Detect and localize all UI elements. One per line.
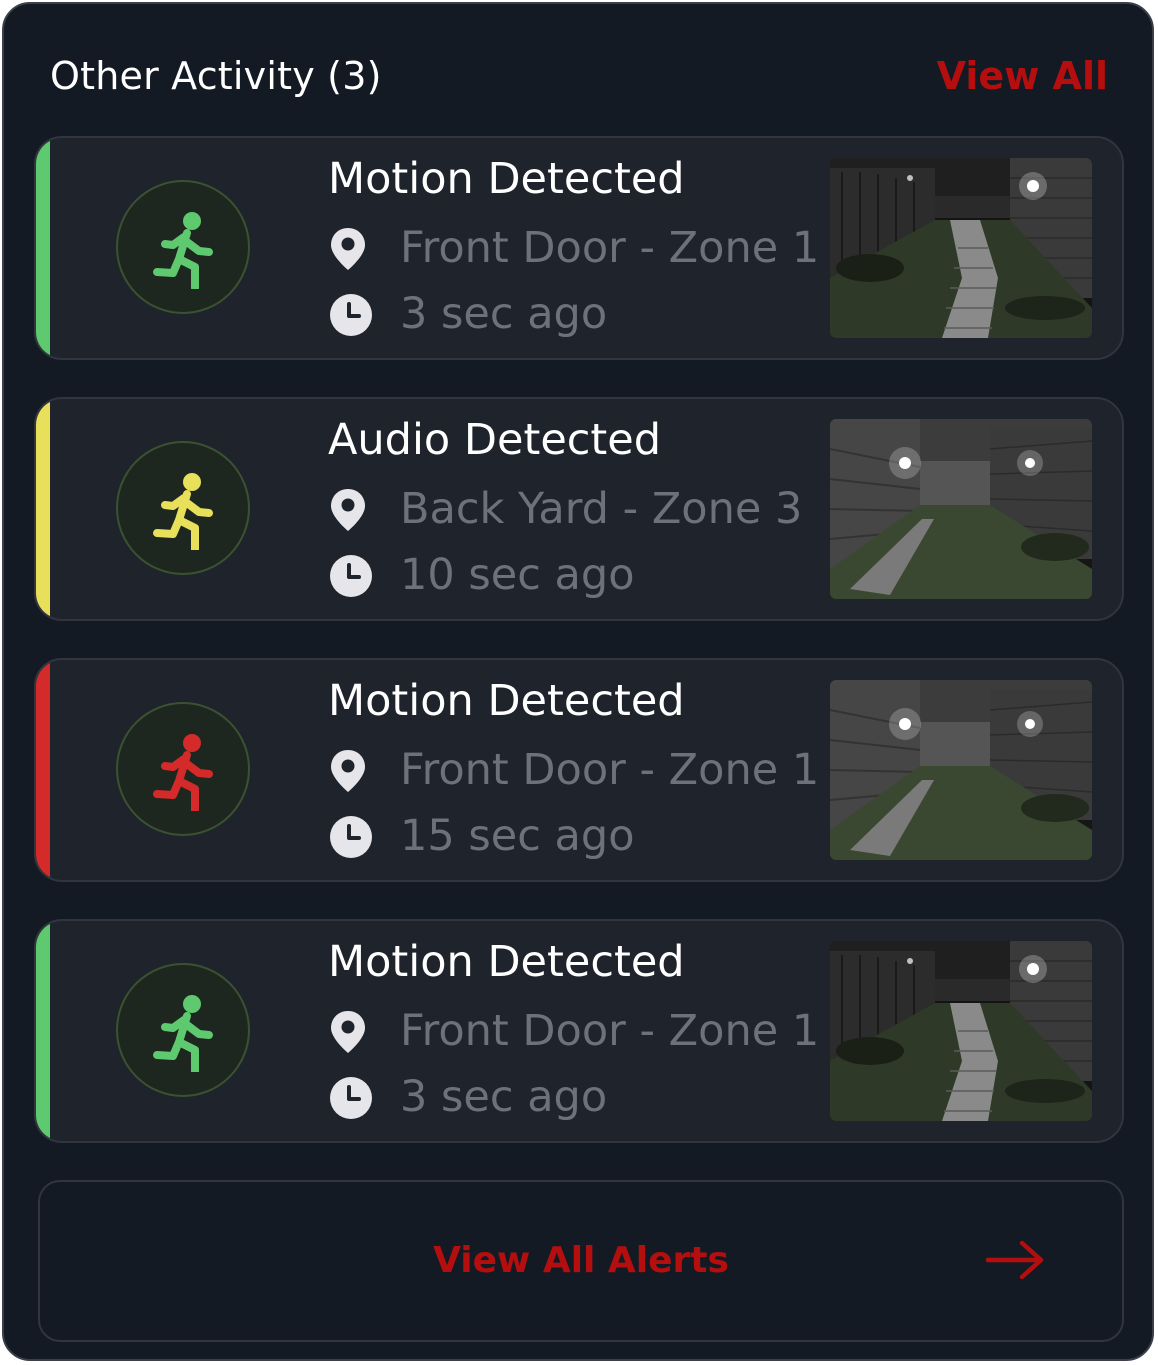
- alert-card[interactable]: Motion Detected Front Door - Zone 1 3 sec …: [34, 919, 1124, 1143]
- back-yard-camera-thumbnail: [830, 680, 1092, 860]
- running-person-icon: [153, 212, 213, 289]
- camera-thumbnail[interactable]: [830, 419, 1092, 599]
- alert-title: Motion Detected: [328, 154, 685, 204]
- alert-card[interactable]: Audio Detected Back Yard - Zone 3 10 sec a…: [34, 397, 1124, 621]
- view-all-link[interactable]: View All: [937, 54, 1108, 98]
- severity-stripe: [36, 399, 50, 619]
- alert-time: 3 sec ago: [400, 289, 608, 339]
- camera-thumbnail[interactable]: [830, 158, 1092, 338]
- alert-type-icon: [116, 441, 250, 575]
- clock-icon: [330, 294, 372, 336]
- clock-icon: [330, 1077, 372, 1119]
- alert-type-icon: [116, 180, 250, 314]
- arrow-right-icon: [985, 1240, 1044, 1280]
- running-person-icon: [153, 995, 213, 1072]
- location-pin-icon: [331, 750, 365, 792]
- alert-type-icon: [116, 963, 250, 1097]
- view-all-alerts-label: View All Alerts: [433, 1240, 729, 1281]
- alert-card[interactable]: Motion Detected Front Door - Zone 1 3 sec …: [34, 136, 1124, 360]
- alert-location: Front Door - Zone 1: [400, 1006, 820, 1056]
- view-all-alerts-button[interactable]: View All Alerts: [38, 1180, 1124, 1342]
- severity-stripe: [36, 921, 50, 1141]
- alert-location: Front Door - Zone 1: [400, 223, 820, 273]
- back-yard-camera-thumbnail: [830, 419, 1092, 599]
- alert-title: Audio Detected: [328, 415, 662, 465]
- location-pin-icon: [331, 489, 365, 531]
- alert-card[interactable]: Motion Detected Front Door - Zone 1 15 sec…: [34, 658, 1124, 882]
- front-door-camera-thumbnail: [830, 158, 1092, 338]
- panel-header: Other Activity (3) View All: [4, 4, 1152, 134]
- location-pin-icon: [331, 228, 365, 270]
- other-activity-panel: Other Activity (3) View All Motion Detec…: [2, 2, 1154, 1361]
- alert-time: 15 sec ago: [400, 811, 635, 861]
- location-pin-icon: [331, 1011, 365, 1053]
- running-person-icon: [153, 734, 213, 811]
- camera-thumbnail[interactable]: [830, 680, 1092, 860]
- alert-time: 10 sec ago: [400, 550, 635, 600]
- alert-time: 3 sec ago: [400, 1072, 608, 1122]
- clock-icon: [330, 555, 372, 597]
- severity-stripe: [36, 660, 50, 880]
- running-person-icon: [153, 473, 213, 550]
- front-door-camera-thumbnail: [830, 941, 1092, 1121]
- alert-title: Motion Detected: [328, 937, 685, 987]
- severity-stripe: [36, 138, 50, 358]
- alert-location: Front Door - Zone 1: [400, 745, 820, 795]
- alert-location: Back Yard - Zone 3: [400, 484, 803, 534]
- camera-thumbnail[interactable]: [830, 941, 1092, 1121]
- clock-icon: [330, 816, 372, 858]
- panel-title: Other Activity (3): [50, 54, 382, 98]
- alert-type-icon: [116, 702, 250, 836]
- alert-title: Motion Detected: [328, 676, 685, 726]
